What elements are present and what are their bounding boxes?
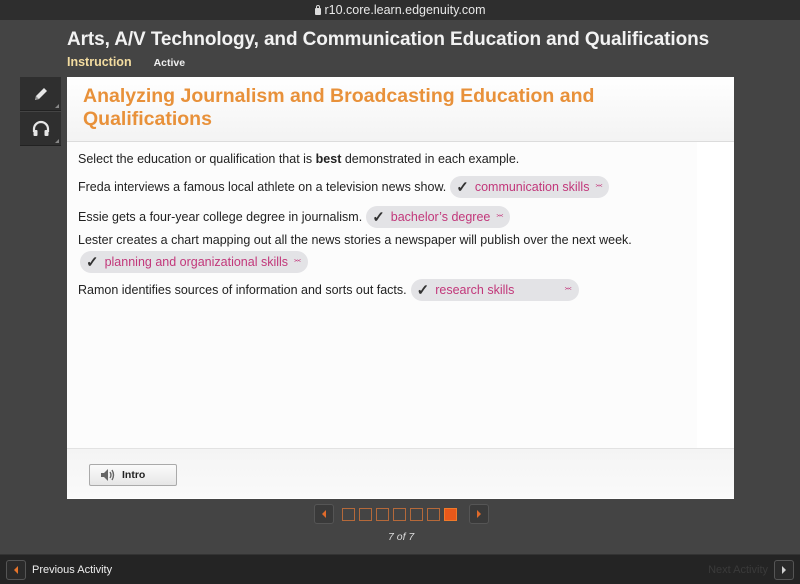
bottom-navigation-bar: Previous Activity Next Activity (0, 554, 800, 584)
url-text: r10.core.learn.edgenuity.com (324, 3, 486, 17)
instructions: Select the education or qualification th… (78, 152, 520, 166)
pager-step-1[interactable] (342, 507, 355, 521)
lock-icon (314, 4, 321, 15)
pager-next-button[interactable] (469, 504, 489, 524)
pencil-tool-button[interactable] (20, 77, 61, 111)
selected-answer: research skills (435, 283, 515, 297)
activity-footer: Intro (67, 448, 734, 498)
question-item: Essie gets a four-year college degree in… (78, 203, 723, 231)
activity-body: Select the education or qualification th… (67, 142, 734, 448)
pager-prev-button[interactable] (314, 504, 334, 524)
previous-activity-arrow[interactable] (6, 560, 26, 580)
previous-activity-label: Previous Activity (32, 564, 113, 576)
tool-menu-corner (55, 139, 59, 143)
answer-dropdown[interactable]: ✓ research skills ︿ ﹀ (410, 279, 579, 301)
arrow-left-icon (14, 566, 18, 574)
instructions-emphasis: best (315, 152, 342, 166)
pager-step-2[interactable] (359, 507, 372, 521)
question-prompt: Freda interviews a famous local athlete … (78, 180, 447, 194)
tool-sidebar (20, 77, 61, 147)
selected-answer: planning and organizational skills (104, 255, 289, 269)
answer-dropdown[interactable]: ✓ bachelor’s degree ︿ ﹀ (366, 206, 511, 228)
pager-count: 7 of 7 (388, 531, 415, 543)
pager-step-6[interactable] (427, 507, 440, 521)
select-caret-icon: ︿ ﹀ (496, 211, 504, 222)
speaker-icon (101, 469, 115, 481)
arrow-right-icon (477, 510, 481, 518)
select-caret-icon: ︿ ﹀ (294, 256, 302, 267)
section-label[interactable]: Instruction (67, 55, 132, 69)
intro-button-label: Intro (122, 469, 146, 481)
question-item: Ramon identifies sources of information … (78, 276, 723, 304)
activity-panel: Analyzing Journalism and Broadcasting Ed… (67, 77, 734, 499)
previous-activity-button[interactable]: Previous Activity (6, 560, 112, 580)
activity-title: Analyzing Journalism and Broadcasting Ed… (83, 85, 595, 130)
audio-tool-button[interactable] (20, 112, 61, 146)
intro-button[interactable]: Intro (89, 464, 177, 486)
arrow-right-icon (782, 566, 786, 574)
browser-url-bar[interactable]: r10.core.learn.edgenuity.com (0, 0, 800, 20)
selected-answer: communication skills (474, 180, 590, 194)
headphones-icon (32, 120, 49, 136)
answer-dropdown[interactable]: ✓ planning and organizational skills ︿ ﹀ (80, 251, 309, 273)
pager-step-3[interactable] (376, 507, 389, 521)
question-item: Lester creates a chart mapping out all t… (78, 232, 723, 273)
tool-menu-corner (55, 104, 59, 108)
question-prompt: Essie gets a four-year college degree in… (78, 210, 363, 224)
activity-header: Analyzing Journalism and Broadcasting Ed… (67, 77, 734, 142)
course-title: Arts, A/V Technology, and Communication … (67, 29, 710, 50)
selected-answer: bachelor’s degree (390, 210, 491, 224)
sub-navigation: Instruction Active (67, 55, 185, 69)
pager-step-5[interactable] (410, 507, 423, 521)
pager-step-4[interactable] (393, 507, 406, 521)
pager-step-7[interactable] (444, 507, 457, 521)
checkmark-icon: ✓ (416, 282, 430, 299)
status-label: Active (153, 57, 186, 69)
checkmark-icon: ✓ (456, 179, 469, 196)
arrow-left-icon (322, 510, 326, 518)
question-prompt: Ramon identifies sources of information … (78, 283, 407, 297)
question-item: Freda interviews a famous local athlete … (78, 173, 723, 201)
answer-dropdown[interactable]: ✓ communication skills ︿ ﹀ (450, 176, 610, 198)
pager-steps (342, 507, 461, 521)
next-activity-button[interactable]: Next Activity (708, 560, 794, 580)
select-caret-icon: ︿ ﹀ (564, 284, 572, 295)
pencil-icon (34, 87, 47, 100)
activity-pager (314, 504, 489, 524)
checkmark-icon: ✓ (86, 254, 99, 271)
next-activity-label: Next Activity (708, 564, 768, 576)
checkmark-icon: ✓ (372, 209, 385, 226)
question-prompt: Lester creates a chart mapping out all t… (78, 233, 632, 247)
select-caret-icon: ︿ ﹀ (595, 181, 603, 192)
next-activity-arrow[interactable] (774, 560, 794, 580)
